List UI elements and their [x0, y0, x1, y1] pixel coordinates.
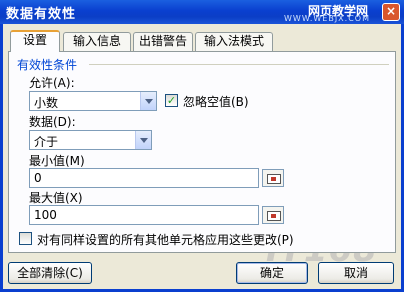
- group-title: 有效性条件: [17, 58, 78, 72]
- window-title: 数据有效性: [6, 7, 77, 22]
- chevron-down-icon[interactable]: [140, 92, 156, 110]
- data-select[interactable]: 介于: [29, 130, 152, 150]
- tab-label: 输入信息: [72, 34, 121, 48]
- button-label: 取消: [343, 266, 368, 280]
- allow-label: 允许(A):: [29, 76, 75, 90]
- cancel-button[interactable]: 取消: [318, 262, 394, 284]
- tab-label: 设置: [22, 33, 47, 47]
- allow-value: 小数: [34, 96, 59, 110]
- min-value-input[interactable]: 0: [29, 168, 259, 188]
- apply-all-label[interactable]: 对有同样设置的所有其他单元格应用这些更改(P): [37, 231, 294, 248]
- button-label: 全部清除(C): [17, 266, 83, 280]
- allow-select[interactable]: 小数: [29, 91, 157, 111]
- close-icon: ×: [385, 4, 397, 18]
- tab-settings[interactable]: 设置: [10, 30, 60, 52]
- tab-input-message[interactable]: 输入信息: [63, 32, 131, 51]
- min-value: 0: [34, 171, 42, 185]
- ok-button[interactable]: 确定: [236, 262, 308, 284]
- tab-error-alert[interactable]: 出错警告: [133, 32, 193, 51]
- max-value-input[interactable]: 100: [29, 205, 259, 225]
- apply-all-checkbox[interactable]: [19, 232, 32, 245]
- clear-all-button[interactable]: 全部清除(C): [8, 262, 92, 284]
- settings-panel: 有效性条件 允许(A): 小数 ✓ 忽略空值(B) 数据(D): 介于 最小值(…: [8, 51, 396, 253]
- tab-label: 输入法模式: [203, 34, 264, 48]
- ignore-blank-label[interactable]: 忽略空值(B): [183, 93, 249, 110]
- data-value: 介于: [34, 135, 59, 149]
- group-divider: [89, 64, 389, 65]
- button-label: 确定: [259, 266, 284, 280]
- range-select-icon[interactable]: [262, 169, 284, 187]
- watermark-url: WWW.WEBJX.COM: [284, 14, 370, 23]
- min-label: 最小值(M): [29, 154, 85, 168]
- data-label: 数据(D):: [29, 115, 76, 129]
- title-bar: 数据有效性 网页教学网 WWW.WEBJX.COM ×: [0, 0, 404, 24]
- close-button[interactable]: ×: [382, 3, 400, 21]
- max-label: 最大值(X): [29, 191, 83, 205]
- ignore-blank-checkbox[interactable]: ✓: [165, 94, 178, 107]
- max-value: 100: [34, 208, 57, 222]
- chevron-down-icon[interactable]: [135, 131, 151, 149]
- range-select-icon[interactable]: [262, 206, 284, 224]
- tab-label: 出错警告: [138, 34, 187, 48]
- tab-ime-mode[interactable]: 输入法模式: [195, 32, 273, 51]
